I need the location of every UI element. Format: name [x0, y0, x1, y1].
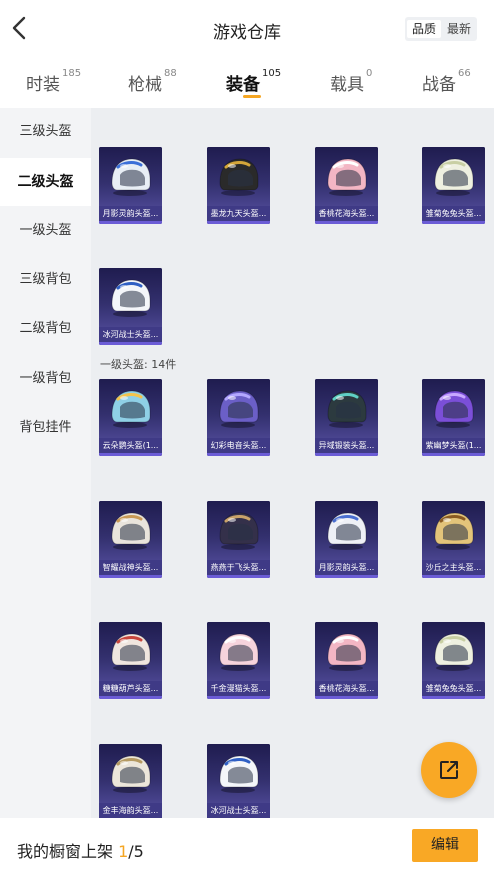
item-name: 冰河战士头盔...: [99, 327, 162, 342]
rarity-bar: [422, 453, 485, 456]
item-name: 冰河战士头盔...: [207, 803, 270, 818]
item-card[interactable]: 紫幽梦头盔(1...: [422, 379, 485, 456]
rarity-bar: [207, 575, 270, 578]
sidebar-item-level2-backpack[interactable]: 二级背包: [0, 305, 91, 353]
helmet-icon: [219, 633, 259, 671]
rarity-bar: [99, 221, 162, 224]
item-card[interactable]: 冰河战士头盔...: [207, 744, 270, 821]
item-card[interactable]: 千金漫猫头盔...: [207, 622, 270, 699]
edit-button[interactable]: 编辑: [412, 829, 478, 862]
item-card[interactable]: 云朵鹦头盔(1...: [99, 379, 162, 456]
item-name: 幻彩电音头盔...: [207, 438, 270, 453]
item-name: 紫幽梦头盔(1...: [422, 438, 485, 453]
item-name: 糖糖葫芦头盔...: [99, 681, 162, 696]
item-card[interactable]: 香桃花海头盔...: [315, 147, 378, 224]
item-card[interactable]: 雏菊兔兔头盔...: [422, 147, 485, 224]
item-card[interactable]: 月影灵韵头盔...: [315, 501, 378, 578]
rarity-bar: [99, 342, 162, 345]
item-card[interactable]: 冰河战士头盔...: [99, 268, 162, 345]
rarity-bar: [207, 221, 270, 224]
helmet-icon: [327, 633, 367, 671]
header: 游戏仓库 品质 最新: [0, 0, 494, 58]
rarity-bar: [315, 453, 378, 456]
item-name: 月影灵韵头盔...: [315, 560, 378, 575]
showcase-status: 我的橱窗上架 1/5: [17, 842, 144, 861]
tab-vehicles[interactable]: 载具0: [330, 68, 372, 95]
item-name: 燕燕于飞头盔...: [207, 560, 270, 575]
helmet-icon: [111, 158, 151, 196]
rarity-bar: [99, 696, 162, 699]
helmet-icon: [111, 633, 151, 671]
item-name: 雏菊兔兔头盔...: [422, 206, 485, 221]
rarity-bar: [315, 696, 378, 699]
sidebar-item-level1-backpack[interactable]: 一级背包: [0, 355, 91, 403]
item-name: 智耀战神头盔...: [99, 560, 162, 575]
rarity-bar: [99, 453, 162, 456]
tab-supplies[interactable]: 战备66: [422, 68, 471, 95]
sidebar-item-level2-helmet[interactable]: 二级头盔: [0, 158, 91, 206]
item-name: 雏菊兔兔头盔...: [422, 681, 485, 696]
item-card[interactable]: 月影灵韵头盔...: [99, 147, 162, 224]
helmet-icon: [219, 158, 259, 196]
sort-newest-button[interactable]: 最新: [442, 20, 476, 38]
item-name: 金丰海韵头盔...: [99, 803, 162, 818]
sidebar-item-level1-helmet[interactable]: 一级头盔: [0, 207, 91, 255]
item-name: 墨龙九天头盔...: [207, 206, 270, 221]
helmet-icon: [111, 279, 151, 317]
item-name: 云朵鹦头盔(1...: [99, 438, 162, 453]
item-name: 月影灵韵头盔...: [99, 206, 162, 221]
rarity-bar: [422, 575, 485, 578]
item-card[interactable]: 异域锻装头盔...: [315, 379, 378, 456]
section-title-level1: 一级头盔: 14件: [100, 358, 177, 371]
rarity-bar: [315, 221, 378, 224]
sidebar-item-backpack-charm[interactable]: 背包挂件: [0, 404, 91, 452]
helmet-icon: [434, 633, 474, 671]
item-name: 沙丘之主头盔...: [422, 560, 485, 575]
sidebar-item-level3-helmet[interactable]: 三级头盔: [0, 108, 91, 156]
sort-quality-button[interactable]: 品质: [407, 20, 441, 38]
helmet-icon: [111, 512, 151, 550]
item-name: 异域锻装头盔...: [315, 438, 378, 453]
item-card[interactable]: 糖糖葫芦头盔...: [99, 622, 162, 699]
helmet-icon: [434, 512, 474, 550]
sidebar: 三级头盔 二级头盔 一级头盔 三级背包 二级背包 一级背包 背包挂件: [0, 108, 91, 818]
helmet-icon: [327, 390, 367, 428]
rarity-bar: [99, 575, 162, 578]
category-tabs: 时装185 枪械88 装备105 载具0 战备66: [0, 58, 494, 108]
tab-equipment[interactable]: 装备105: [226, 68, 281, 95]
helmet-icon: [111, 390, 151, 428]
item-card[interactable]: 雏菊兔兔头盔...: [422, 622, 485, 699]
helmet-icon: [434, 158, 474, 196]
active-tab-indicator: [243, 95, 261, 98]
rarity-bar: [315, 575, 378, 578]
helmet-icon: [111, 755, 151, 793]
footer: 我的橱窗上架 1/5 编辑: [0, 818, 494, 875]
helmet-icon: [219, 390, 259, 428]
item-card[interactable]: 墨龙九天头盔...: [207, 147, 270, 224]
helmet-icon: [434, 390, 474, 428]
sidebar-item-level3-backpack[interactable]: 三级背包: [0, 256, 91, 304]
item-card[interactable]: 沙丘之主头盔...: [422, 501, 485, 578]
item-card[interactable]: 智耀战神头盔...: [99, 501, 162, 578]
tab-weapons[interactable]: 枪械88: [128, 68, 177, 95]
share-button[interactable]: [421, 742, 477, 798]
rarity-bar: [422, 696, 485, 699]
helmet-icon: [327, 158, 367, 196]
sort-toggle: 品质 最新: [405, 17, 477, 41]
item-name: 香桃花海头盔...: [315, 206, 378, 221]
helmet-icon: [219, 755, 259, 793]
item-name: 千金漫猫头盔...: [207, 681, 270, 696]
rarity-bar: [207, 453, 270, 456]
item-card[interactable]: 燕燕于飞头盔...: [207, 501, 270, 578]
helmet-icon: [219, 512, 259, 550]
rarity-bar: [422, 221, 485, 224]
item-card[interactable]: 香桃花海头盔...: [315, 622, 378, 699]
item-card[interactable]: 金丰海韵头盔...: [99, 744, 162, 821]
tab-fashion[interactable]: 时装185: [26, 68, 81, 95]
helmet-icon: [327, 512, 367, 550]
item-name: 香桃花海头盔...: [315, 681, 378, 696]
external-link-icon: [440, 761, 458, 779]
rarity-bar: [207, 696, 270, 699]
item-card[interactable]: 幻彩电音头盔...: [207, 379, 270, 456]
